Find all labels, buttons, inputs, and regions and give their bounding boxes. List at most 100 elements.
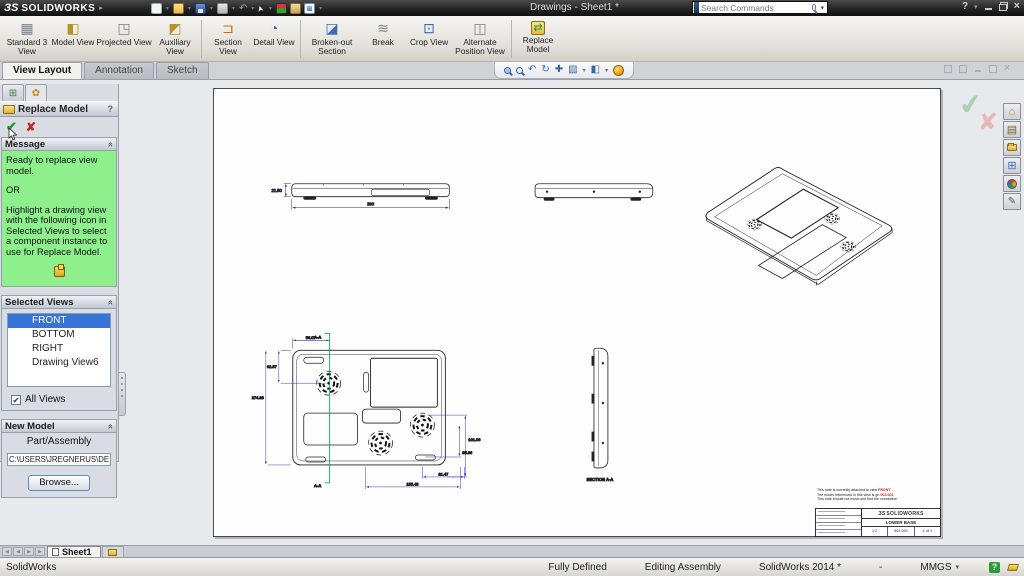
caret-down-icon[interactable]: ▾ bbox=[319, 5, 322, 12]
dim-bottom-right-upper[interactable]: 101.06 bbox=[468, 437, 481, 442]
zoom-to-fit-icon[interactable] bbox=[504, 67, 511, 74]
close-button[interactable]: × bbox=[1014, 2, 1020, 11]
crop-view-button[interactable]: ⊡ Crop View bbox=[406, 18, 452, 60]
appearances-icon[interactable] bbox=[1003, 175, 1021, 192]
caret-down-icon[interactable]: ▾ bbox=[583, 67, 586, 74]
alternate-position-view-button[interactable]: ◫ Alternate Position View bbox=[452, 18, 508, 60]
dim-front-width[interactable]: 390 bbox=[367, 202, 375, 207]
selected-views-header[interactable]: Selected Views « bbox=[2, 296, 116, 309]
dim-front-height[interactable]: 22.50 bbox=[271, 188, 282, 193]
list-item-right[interactable]: RIGHT bbox=[8, 342, 110, 356]
drawing-view-section[interactable]: SECTION A-A bbox=[586, 348, 613, 482]
panel-collapse-handle[interactable] bbox=[119, 372, 126, 416]
drawing-view-bottom[interactable]: A-A A-A bbox=[252, 333, 482, 489]
rotate-view-icon[interactable]: ↻ bbox=[541, 65, 549, 75]
list-item-drawing-view6[interactable]: Drawing View6 bbox=[8, 356, 110, 370]
section-view-button[interactable]: ⊐ Section View bbox=[205, 18, 251, 60]
part-assembly-path-input[interactable] bbox=[7, 453, 111, 466]
first-sheet-button[interactable]: ◀ bbox=[2, 547, 12, 556]
tab-property-manager[interactable]: ✿ bbox=[25, 84, 47, 101]
pan-icon[interactable]: ✚ bbox=[555, 65, 563, 75]
previous-view-icon[interactable]: ↶ bbox=[528, 65, 536, 75]
prev-sheet-button[interactable]: ◀ bbox=[13, 547, 23, 556]
doc-window-icon[interactable] bbox=[944, 65, 952, 73]
search-caret-icon[interactable]: ▾ bbox=[820, 4, 824, 12]
drawing-view-front[interactable]: 22.50 390 bbox=[271, 184, 449, 210]
caret-down-icon[interactable]: ▾ bbox=[232, 5, 235, 12]
standard-3-view-button[interactable]: ▦ Standard 3 View bbox=[4, 18, 50, 60]
minimize-button[interactable] bbox=[984, 2, 993, 11]
dim-bottom-top[interactable]: 56.07 bbox=[306, 335, 316, 340]
tab-sketch[interactable]: Sketch bbox=[156, 62, 209, 79]
status-help-icon[interactable]: ? bbox=[989, 562, 1000, 573]
list-item-front[interactable]: FRONT bbox=[8, 314, 110, 328]
view-palette-icon[interactable]: ⊞ bbox=[1003, 157, 1021, 174]
capture-icon[interactable] bbox=[304, 3, 315, 14]
file-explorer-icon[interactable] bbox=[1003, 139, 1021, 156]
options-box-icon[interactable] bbox=[290, 3, 301, 14]
doc-close-button[interactable]: × bbox=[1004, 65, 1010, 73]
collapse-icon[interactable]: « bbox=[106, 141, 115, 146]
caret-down-icon[interactable]: ▾ bbox=[269, 5, 272, 12]
broken-out-section-button[interactable]: ◪ Broken-out Section bbox=[304, 18, 360, 60]
drawing-view-right[interactable] bbox=[535, 184, 653, 201]
list-item-bottom[interactable]: BOTTOM bbox=[8, 328, 110, 342]
quick-tip-tag-icon[interactable] bbox=[1007, 564, 1019, 571]
view-orientation-icon[interactable]: ◧ bbox=[591, 65, 600, 75]
model-view-button[interactable]: ◧ Model View bbox=[50, 18, 96, 60]
open-icon[interactable] bbox=[173, 3, 184, 14]
search-icon[interactable] bbox=[812, 4, 817, 11]
graphics-area[interactable]: 22.50 390 bbox=[0, 80, 1024, 545]
collapse-icon[interactable]: « bbox=[106, 423, 115, 428]
panel-help-icon[interactable]: ? bbox=[108, 104, 116, 114]
cancel-button[interactable]: ✘ bbox=[26, 120, 36, 134]
projected-view-button[interactable]: ◳ Projected View bbox=[96, 18, 152, 60]
doc-minimize-button[interactable] bbox=[974, 65, 982, 73]
break-button[interactable]: ≋ Break bbox=[360, 18, 406, 60]
display-states-icon[interactable] bbox=[276, 3, 287, 14]
custom-properties-icon[interactable]: ✎ bbox=[1003, 193, 1021, 210]
add-sheet-tab[interactable] bbox=[102, 546, 124, 557]
caret-down-icon[interactable]: ▾ bbox=[605, 67, 608, 74]
display-style-icon[interactable]: ▧ bbox=[568, 65, 577, 75]
quick-tips-icon[interactable] bbox=[613, 65, 624, 76]
doc-restore-button[interactable] bbox=[989, 65, 997, 73]
dim-bottom-left-full[interactable]: 274.88 bbox=[252, 395, 265, 400]
drawing-sheet[interactable]: 22.50 390 bbox=[213, 88, 941, 537]
units-caret-icon[interactable]: ▾ bbox=[955, 563, 959, 571]
replace-model-button[interactable]: ⇄ Replace Model bbox=[515, 18, 561, 60]
detail-view-button[interactable]: ◔ Detail View bbox=[251, 18, 297, 60]
tab-feature-manager[interactable]: ⊞ bbox=[2, 84, 24, 101]
dim-bottom-right-lower[interactable]: 35.36 bbox=[462, 450, 473, 455]
collapse-icon[interactable]: « bbox=[106, 299, 115, 304]
browse-button[interactable]: Browse... bbox=[28, 475, 90, 491]
menu-expand-icon[interactable]: ▸ bbox=[99, 4, 103, 12]
all-views-checkbox[interactable]: ✔ bbox=[11, 395, 21, 405]
print-icon[interactable] bbox=[217, 3, 228, 14]
save-icon[interactable] bbox=[195, 3, 206, 14]
search-input[interactable] bbox=[701, 2, 812, 13]
dim-bottom-outer[interactable]: 155.43 bbox=[406, 481, 419, 486]
last-sheet-button[interactable]: ▶ bbox=[35, 547, 45, 556]
dim-bottom-left-upper[interactable]: 62.37 bbox=[267, 364, 277, 369]
search-commands-box[interactable]: ▾ bbox=[692, 1, 828, 14]
confirm-corner-cancel-icon[interactable]: ✘ bbox=[978, 108, 998, 137]
restore-button[interactable] bbox=[999, 2, 1008, 11]
caret-down-icon[interactable]: ▾ bbox=[188, 5, 191, 12]
selected-views-list[interactable]: FRONT BOTTOM RIGHT Drawing View6 bbox=[7, 313, 111, 387]
new-document-icon[interactable] bbox=[151, 3, 162, 14]
dim-bottom-inner[interactable]: 81.47 bbox=[438, 471, 448, 476]
caret-down-icon[interactable]: ▾ bbox=[251, 5, 254, 12]
select-cursor-icon[interactable]: ➤ bbox=[255, 3, 267, 12]
status-units[interactable]: MMGS bbox=[920, 562, 951, 573]
tab-annotation[interactable]: Annotation bbox=[84, 62, 154, 79]
message-section-header[interactable]: Message « bbox=[2, 138, 116, 151]
design-library-icon[interactable]: ▤ bbox=[1003, 121, 1021, 138]
drawing-view-isometric[interactable] bbox=[706, 168, 892, 286]
new-model-header[interactable]: New Model « bbox=[2, 420, 116, 433]
auxiliary-view-button[interactable]: ◩ Auxiliary View bbox=[152, 18, 198, 60]
zoom-to-area-icon[interactable] bbox=[516, 67, 523, 74]
search-scope-icon[interactable] bbox=[694, 2, 699, 13]
next-sheet-button[interactable]: ▶ bbox=[24, 547, 34, 556]
help-caret-icon[interactable]: ▾ bbox=[974, 3, 978, 11]
